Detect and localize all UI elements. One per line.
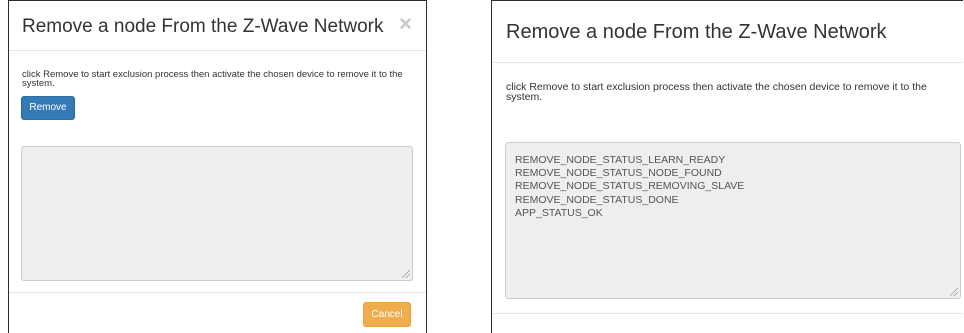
modal-footer: Cancel xyxy=(9,292,426,333)
modal-title: Remove a node From the Z-Wave Network xyxy=(506,21,887,43)
modal-header: Remove a node From the Z-Wave Network xyxy=(492,1,963,63)
log-line: REMOVE_NODE_STATUS_DONE xyxy=(515,193,679,206)
status-log-textarea[interactable]: REMOVE_NODE_STATUS_LEARN_READY REMOVE_NO… xyxy=(505,142,961,299)
remove-button[interactable]: Remove xyxy=(21,96,75,120)
close-icon[interactable]: × xyxy=(399,13,412,35)
instruction-text: click Remove to start exclusion process … xyxy=(22,69,403,89)
resize-grip-icon[interactable] xyxy=(402,270,410,278)
modal-header: Remove a node From the Z-Wave Network × xyxy=(9,1,426,51)
resize-grip-icon[interactable] xyxy=(950,288,958,296)
log-line: APP_STATUS_OK xyxy=(515,206,603,219)
remove-node-dialog-initial: Remove a node From the Z-Wave Network × … xyxy=(8,0,427,333)
instruction-text: click Remove to start exclusion process … xyxy=(506,81,927,103)
modal-footer xyxy=(492,313,963,333)
cancel-button[interactable]: Cancel xyxy=(363,302,411,327)
status-log-textarea[interactable] xyxy=(21,146,413,281)
log-line: REMOVE_NODE_STATUS_LEARN_READY xyxy=(515,154,726,166)
remove-node-dialog-completed: Remove a node From the Z-Wave Network cl… xyxy=(491,0,963,333)
screenshot-stage: Remove a node From the Z-Wave Network × … xyxy=(0,0,964,333)
modal-title: Remove a node From the Z-Wave Network xyxy=(22,16,384,37)
log-line: REMOVE_NODE_STATUS_NODE_FOUND xyxy=(515,167,722,180)
log-line: REMOVE_NODE_STATUS_REMOVING_SLAVE xyxy=(515,180,745,193)
